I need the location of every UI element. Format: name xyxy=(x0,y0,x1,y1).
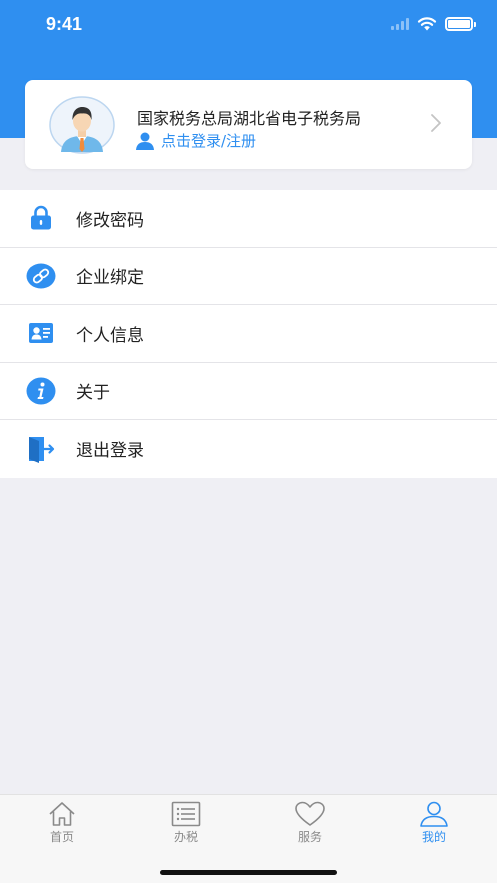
menu-label: 退出登录 xyxy=(76,441,144,462)
status-icons xyxy=(391,16,476,31)
settings-menu: 修改密码 企业绑定 个人信息 关于 退出登录 xyxy=(0,190,497,478)
menu-item-about[interactable]: 关于 xyxy=(0,363,497,420)
login-register-text[interactable]: 点击登录/注册 xyxy=(161,130,256,151)
menu-item-change-password[interactable]: 修改密码 xyxy=(0,190,497,248)
list-icon xyxy=(171,801,201,827)
chevron-right-icon xyxy=(431,114,441,132)
home-indicator xyxy=(160,870,337,875)
tab-label: 首页 xyxy=(49,830,74,844)
user-icon xyxy=(136,132,154,150)
menu-item-logout[interactable]: 退出登录 xyxy=(0,420,497,478)
logout-door-icon xyxy=(26,434,56,464)
heart-icon xyxy=(295,801,325,826)
tab-home[interactable]: 首页 xyxy=(0,801,124,845)
menu-item-company-binding[interactable]: 企业绑定 xyxy=(0,248,497,305)
tab-label: 服务 xyxy=(297,830,322,844)
menu-label: 关于 xyxy=(76,383,110,404)
id-card-icon xyxy=(26,318,56,348)
info-icon xyxy=(26,376,56,406)
status-time: 9:41 xyxy=(46,14,83,34)
tab-mine[interactable]: 我的 xyxy=(372,801,496,845)
login-link[interactable]: 点击登录/注册 xyxy=(135,130,256,151)
home-icon xyxy=(49,802,75,826)
menu-label: 修改密码 xyxy=(76,210,144,231)
lock-icon xyxy=(26,203,56,233)
wifi-icon xyxy=(417,17,437,31)
battery-icon xyxy=(445,16,476,31)
menu-item-personal-info[interactable]: 个人信息 xyxy=(0,305,497,363)
profile-title: 国家税务总局湖北省电子税务局 xyxy=(137,109,362,128)
tab-tax[interactable]: 办税 xyxy=(124,801,248,845)
tab-label: 我的 xyxy=(421,830,446,844)
tab-service[interactable]: 服务 xyxy=(248,801,372,845)
avatar xyxy=(49,96,115,154)
menu-label: 企业绑定 xyxy=(76,268,144,289)
status-bar: 9:41 xyxy=(0,0,497,50)
user-icon xyxy=(420,801,448,827)
profile-card[interactable]: 国家税务总局湖北省电子税务局 点击登录/注册 xyxy=(25,80,472,169)
tab-label: 办税 xyxy=(173,830,198,844)
link-icon xyxy=(26,261,56,291)
menu-label: 个人信息 xyxy=(76,325,144,346)
signal-icon xyxy=(391,17,409,30)
